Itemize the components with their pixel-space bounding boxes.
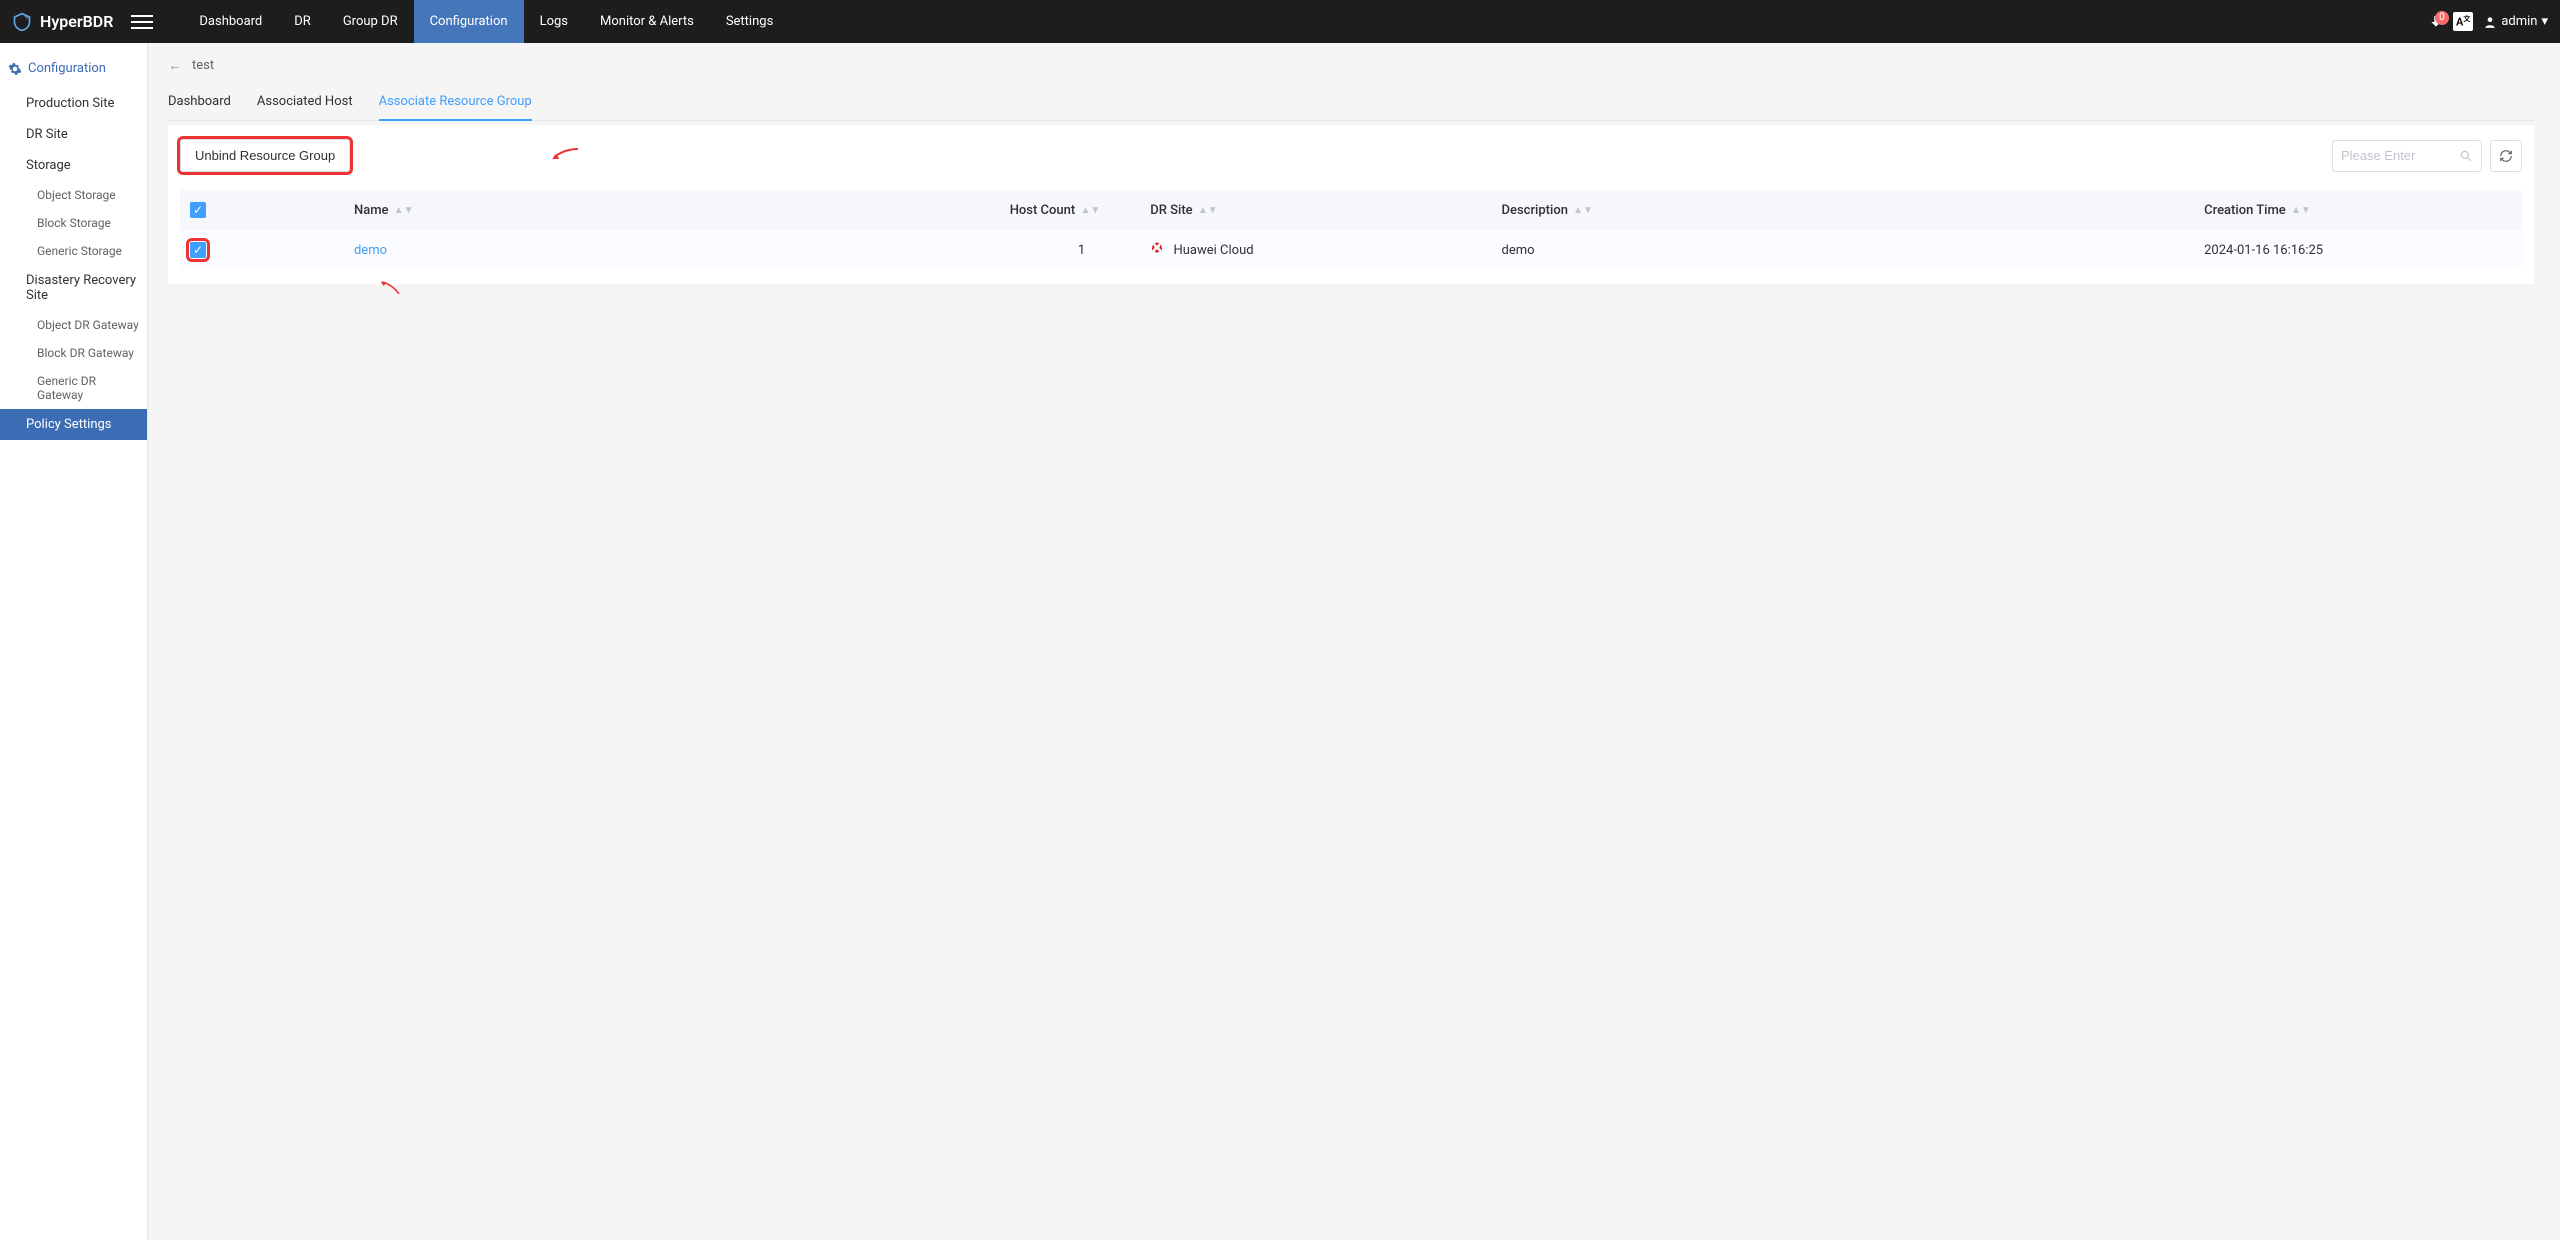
unbind-resource-group-button[interactable]: Unbind Resource Group [180, 139, 350, 172]
tab-dashboard[interactable]: Dashboard [168, 84, 231, 121]
annotation-arrow-icon [550, 143, 580, 169]
huawei-cloud-icon [1150, 243, 1167, 258]
table-row[interactable]: ✓ demo 1 [180, 230, 2522, 270]
tabs: Dashboard Associated Host Associate Reso… [168, 84, 2534, 121]
user-name: admin [2501, 14, 2537, 29]
sidebar: Configuration Production Site DR Site St… [0, 43, 148, 1240]
nav-items: Dashboard DR Group DR Configuration Logs… [183, 0, 789, 43]
nav-dr[interactable]: DR [278, 0, 327, 43]
row-description: demo [1502, 243, 1535, 258]
sidebar-header: Configuration [0, 53, 147, 88]
row-host-count: 1 [1078, 243, 1085, 258]
nav-group-dr[interactable]: Group DR [327, 0, 414, 43]
sort-icon[interactable]: ▲▼ [1080, 208, 1100, 213]
row-name-link[interactable]: demo [354, 243, 387, 258]
sidebar-item-policy-settings[interactable]: Policy Settings [0, 409, 147, 440]
th-name[interactable]: Name [354, 203, 389, 218]
nav-monitor-alerts[interactable]: Monitor & Alerts [584, 0, 710, 43]
sidebar-item-dr-site[interactable]: DR Site [0, 119, 147, 150]
brand[interactable]: HyperBDR [12, 11, 113, 33]
sort-icon[interactable]: ▲▼ [2291, 208, 2311, 213]
sidebar-sub-generic-storage[interactable]: Generic Storage [0, 237, 147, 265]
user-menu[interactable]: admin ▾ [2483, 14, 2548, 29]
brand-text: HyperBDR [40, 12, 113, 31]
content: ← test Dashboard Associated Host Associa… [148, 43, 2560, 1240]
locale-button[interactable]: A文 [2453, 12, 2473, 31]
sidebar-sub-block-dr-gateway[interactable]: Block DR Gateway [0, 339, 147, 367]
nav-configuration[interactable]: Configuration [414, 0, 524, 43]
gear-icon [8, 62, 22, 76]
nav-logs[interactable]: Logs [524, 0, 584, 43]
tab-associate-resource-group[interactable]: Associate Resource Group [379, 84, 532, 121]
th-host-count[interactable]: Host Count [1010, 203, 1076, 218]
locale-badge: A文 [2453, 12, 2473, 31]
sidebar-sub-generic-dr-gateway[interactable]: Generic DR Gateway [0, 367, 147, 409]
chevron-down-icon: ▾ [2541, 14, 2548, 29]
user-icon [2483, 15, 2497, 29]
panel: Unbind Resource Group [168, 125, 2534, 284]
select-all-checkbox[interactable]: ✓ [190, 202, 206, 218]
sidebar-item-disaster-recovery-site[interactable]: Disastery Recovery Site [0, 265, 147, 311]
table-wrap: ✓ Name ▲▼ Host Count ▲▼ DR Sit [180, 190, 2522, 270]
page-title: test [192, 58, 214, 73]
sidebar-title: Configuration [28, 61, 106, 76]
sort-icon[interactable]: ▲▼ [1573, 208, 1593, 213]
top-nav: HyperBDR Dashboard DR Group DR Configura… [0, 0, 2560, 43]
sidebar-item-production-site[interactable]: Production Site [0, 88, 147, 119]
annotation-arrow-icon [369, 271, 407, 308]
notification-button[interactable]: 0 [2429, 15, 2443, 29]
row-dr-site: Huawei Cloud [1173, 243, 1253, 258]
nav-dashboard[interactable]: Dashboard [183, 0, 278, 43]
menu-toggle-icon[interactable] [131, 15, 153, 29]
th-creation-time[interactable]: Creation Time [2204, 203, 2286, 218]
search-input-wrap[interactable] [2332, 140, 2482, 172]
resource-group-table: ✓ Name ▲▼ Host Count ▲▼ DR Sit [180, 190, 2522, 270]
search-icon [2459, 149, 2473, 163]
sort-icon[interactable]: ▲▼ [394, 208, 414, 213]
sort-icon[interactable]: ▲▼ [1198, 208, 1218, 213]
breadcrumb: ← test [168, 57, 2534, 74]
sidebar-sub-block-storage[interactable]: Block Storage [0, 209, 147, 237]
nav-settings[interactable]: Settings [710, 0, 789, 43]
back-arrow-icon[interactable]: ← [168, 57, 182, 74]
shield-icon [12, 11, 32, 33]
row-creation-time: 2024-01-16 16:16:25 [2204, 243, 2323, 258]
tab-associated-host[interactable]: Associated Host [257, 84, 353, 121]
th-dr-site[interactable]: DR Site [1150, 203, 1192, 218]
th-description[interactable]: Description [1502, 203, 1568, 218]
notification-badge: 0 [2435, 11, 2449, 25]
sidebar-sub-object-storage[interactable]: Object Storage [0, 181, 147, 209]
refresh-icon [2499, 149, 2513, 163]
sidebar-item-storage[interactable]: Storage [0, 150, 147, 181]
sidebar-sub-object-dr-gateway[interactable]: Object DR Gateway [0, 311, 147, 339]
row-checkbox[interactable]: ✓ [190, 242, 206, 258]
toolbar: Unbind Resource Group [180, 139, 2522, 172]
search-input[interactable] [2341, 148, 2459, 163]
refresh-button[interactable] [2490, 140, 2522, 172]
nav-right: 0 A文 admin ▾ [2429, 12, 2548, 31]
